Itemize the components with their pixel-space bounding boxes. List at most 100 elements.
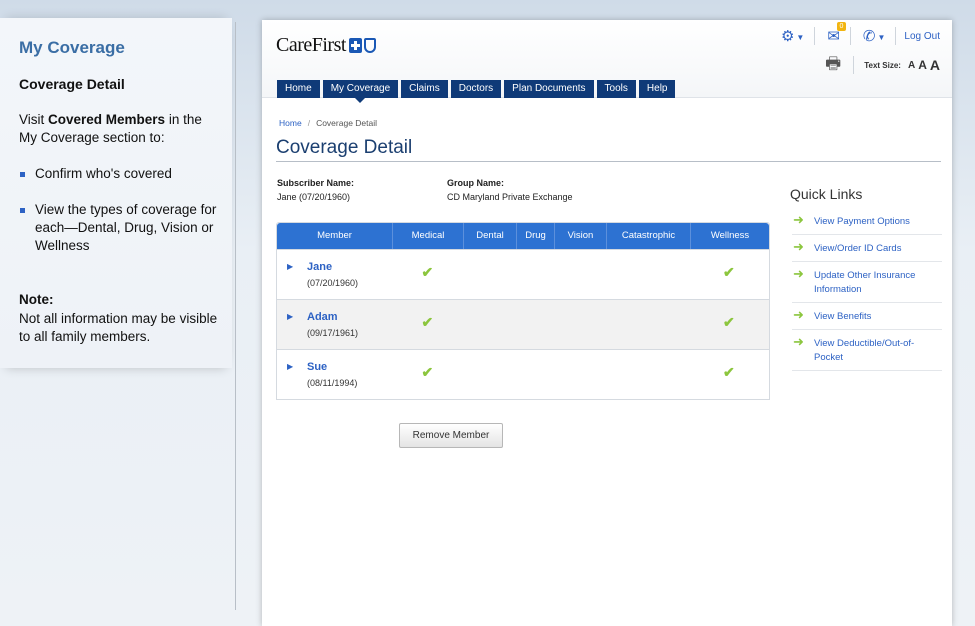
- text-size-label: Text Size:: [864, 60, 901, 70]
- vision-cell: [555, 250, 607, 299]
- tab-claims[interactable]: Claims: [401, 80, 448, 98]
- wellness-cell: ✔: [691, 300, 769, 349]
- checkmark-icon: ✔: [723, 264, 735, 280]
- member-dob: (09/17/1961): [307, 328, 359, 338]
- blue-cross-icon: [348, 38, 362, 53]
- page-title: Coverage Detail: [276, 137, 413, 158]
- tab-tools[interactable]: Tools: [596, 80, 636, 98]
- tab-home[interactable]: Home: [277, 80, 320, 98]
- table-header: Member Medical Dental Drug Vision Catast…: [277, 223, 769, 249]
- panel-note: Not all information may be visible to al…: [19, 311, 218, 344]
- settings-menu[interactable]: ⚙ ▼: [781, 27, 804, 45]
- panel-note-heading: Note:: [19, 292, 54, 307]
- remove-member-button[interactable]: Remove Member: [399, 423, 503, 448]
- column-medical: Medical: [393, 223, 464, 249]
- dental-cell: [464, 350, 517, 399]
- divider: [849, 27, 851, 45]
- title-divider: [276, 161, 941, 162]
- dental-cell: [464, 300, 517, 349]
- member-dob: (08/11/1994): [307, 378, 358, 388]
- medical-cell: ✔: [393, 350, 464, 399]
- mail-badge: 0: [836, 22, 846, 31]
- bullet-square-icon: [20, 172, 25, 177]
- table-row: ▶ Sue (08/11/1994) ✔ ✔: [277, 349, 769, 399]
- quick-link-deductible[interactable]: ➜ View Deductible/Out-of-Pocket: [792, 330, 942, 371]
- checkmark-icon: ✔: [723, 364, 735, 380]
- tab-doctors[interactable]: Doctors: [450, 80, 502, 98]
- table-row: ▶ Adam (09/17/1961) ✔ ✔: [277, 299, 769, 349]
- bullet-square-icon: [20, 208, 25, 213]
- text-size-small[interactable]: A: [908, 60, 915, 71]
- blue-shield-icon: [363, 38, 376, 53]
- print-icon[interactable]: 🖶: [825, 51, 841, 80]
- quick-links-list: ➜ View Payment Options ➜ View/Order ID Car…: [792, 208, 942, 371]
- column-vision: Vision: [555, 223, 607, 249]
- catastrophic-cell: [607, 350, 691, 399]
- carefirst-logo[interactable]: CareFirst: [276, 34, 376, 57]
- arrow-right-icon: ➜: [793, 266, 804, 281]
- drug-cell: [517, 300, 555, 349]
- messages-button[interactable]: ✉ 0: [827, 22, 846, 45]
- catastrophic-cell: [607, 250, 691, 299]
- subscriber-label: Subscriber Name:: [277, 178, 355, 188]
- breadcrumb: Home / Coverage Detail: [279, 118, 377, 128]
- expand-arrow-icon[interactable]: ▶: [287, 262, 293, 271]
- vertical-divider: [235, 22, 236, 610]
- group-value: CD Maryland Private Exchange: [447, 192, 573, 202]
- medical-cell: ✔: [393, 300, 464, 349]
- quick-link-payment-options[interactable]: ➜ View Payment Options: [792, 208, 942, 235]
- medical-cell: ✔: [393, 250, 464, 299]
- arrow-right-icon: ➜: [793, 307, 804, 322]
- breadcrumb-current: Coverage Detail: [316, 118, 378, 128]
- panel-title: My Coverage: [19, 38, 125, 57]
- column-drug: Drug: [517, 223, 555, 249]
- instruction-panel: My Coverage Coverage Detail Visit Covere…: [0, 18, 232, 368]
- checkmark-icon: ✔: [421, 364, 434, 380]
- quick-links-title: Quick Links: [790, 186, 863, 202]
- tab-help[interactable]: Help: [638, 80, 676, 98]
- phone-icon: ✆: [862, 28, 876, 45]
- dental-cell: [464, 250, 517, 299]
- divider: [814, 27, 816, 45]
- arrow-right-icon: ➜: [793, 334, 804, 349]
- utility-bar: ⚙ ▼ ✉ 0 ✆ ▼ Log Out: [769, 22, 940, 46]
- wellness-cell: ✔: [691, 250, 769, 299]
- chevron-down-icon: ▼: [796, 32, 805, 42]
- quick-link-benefits[interactable]: ➜ View Benefits: [792, 303, 942, 330]
- member-name-link[interactable]: Sue: [307, 361, 327, 373]
- column-member: Member: [277, 223, 393, 249]
- breadcrumb-home[interactable]: Home: [279, 118, 302, 128]
- quick-link-id-cards[interactable]: ➜ View/Order ID Cards: [792, 235, 942, 262]
- member-name-link[interactable]: Adam: [307, 311, 338, 323]
- breadcrumb-separator: /: [307, 118, 311, 128]
- quick-link-other-insurance[interactable]: ➜ Update Other Insurance Information: [792, 262, 942, 303]
- drug-cell: [517, 350, 555, 399]
- contact-menu[interactable]: ✆ ▼: [863, 27, 886, 45]
- chevron-down-icon: ▼: [877, 32, 886, 42]
- drug-cell: [517, 250, 555, 299]
- column-wellness: Wellness: [710, 230, 750, 241]
- site-header: CareFirst ⚙ ▼ ✉ 0 ✆ ▼ Log Out 🖶 Text Size: …: [262, 20, 952, 103]
- panel-subtitle: Coverage Detail: [19, 76, 125, 92]
- text-size-bar: 🖶 Text Size: A A A: [825, 54, 940, 74]
- text-size-medium[interactable]: A: [918, 58, 927, 72]
- column-catastrophic: Catastrophic: [607, 223, 691, 249]
- table-body: ▶ Jane (07/20/1960) ✔ ✔ ▶ Adam (09/17/1961) ✔ ✔ ▶ S…: [277, 249, 769, 399]
- catastrophic-cell: [607, 300, 691, 349]
- checkmark-icon: ✔: [421, 264, 434, 280]
- main-nav: Home My Coverage Claims Doctors Plan Doc…: [277, 80, 678, 103]
- divider: [853, 56, 855, 74]
- expand-arrow-icon[interactable]: ▶: [287, 312, 293, 321]
- text-size-large[interactable]: A: [930, 57, 940, 73]
- panel-intro: Visit Covered Members in the My Coverage…: [19, 112, 202, 145]
- panel-bullet: Confirm who's covered: [19, 165, 224, 183]
- tab-plan-documents[interactable]: Plan Documents: [504, 80, 594, 98]
- vision-cell: [555, 300, 607, 349]
- vision-cell: [555, 350, 607, 399]
- member-cell: ▶ Sue (08/11/1994): [277, 350, 393, 399]
- member-name-link[interactable]: Jane: [307, 261, 332, 273]
- group-label: Group Name:: [447, 178, 505, 188]
- logout-link[interactable]: Log Out: [904, 31, 940, 42]
- tab-my-coverage[interactable]: My Coverage: [322, 80, 399, 103]
- expand-arrow-icon[interactable]: ▶: [287, 362, 293, 371]
